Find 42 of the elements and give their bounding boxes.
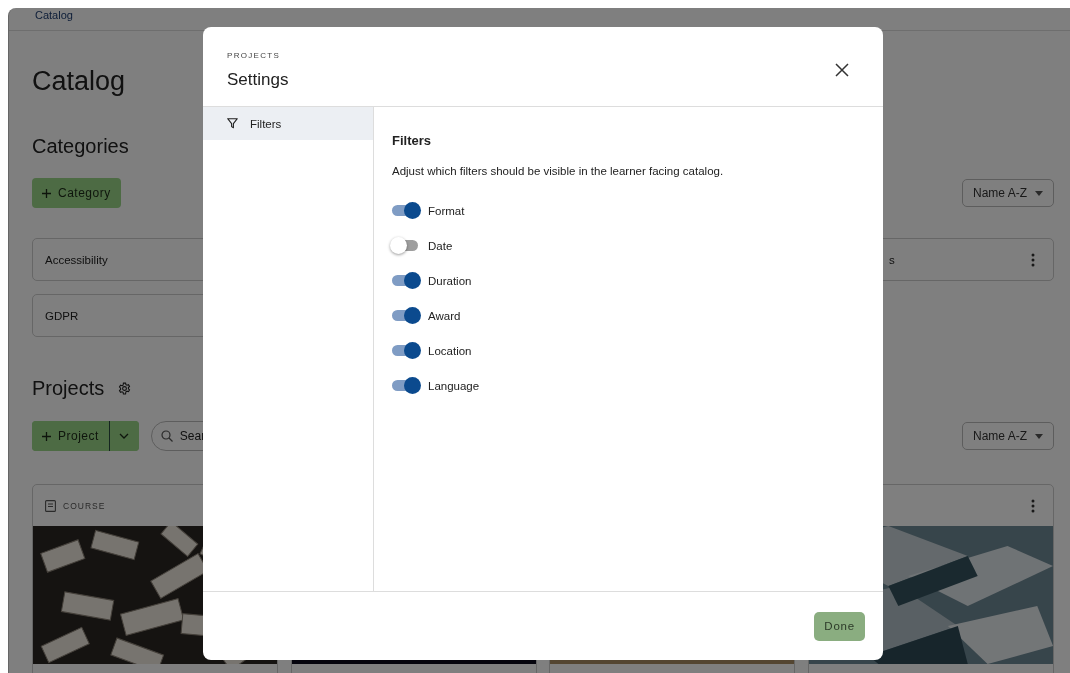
description-text: Adjust which filters should be visible in the learner facing catalog. [392,164,725,178]
card-type-label: COURSE [63,500,106,511]
filter-label: Duration [428,274,472,287]
filter-label: Date [428,239,453,252]
toggle-switch[interactable] [392,202,420,219]
done-button[interactable]: Done [814,611,865,641]
toggle-switch[interactable] [392,237,420,254]
plus-icon [42,188,51,198]
toggle-switch[interactable] [392,272,420,289]
close-icon[interactable] [835,63,849,77]
page-title: Catalog [32,65,126,98]
toggle-switch[interactable] [392,342,420,359]
section-title: Categories [32,134,129,159]
filter-label: Language [428,379,480,392]
search-icon [160,430,173,442]
sort-dropdown[interactable]: Name A-Z [962,179,1054,207]
dropdown-button[interactable] [108,421,139,451]
filter-label: Format [428,204,465,217]
breadcrumb-link[interactable]: Catalog [35,8,73,22]
filter-label: Location [428,344,472,357]
dialog-title: Settings [227,69,289,91]
toggle-switch[interactable] [392,377,420,394]
filter-icon [227,118,238,129]
more-icon[interactable] [1031,252,1035,267]
caret-icon [1035,433,1043,439]
toggle-switch[interactable] [392,307,420,324]
filter-label: Award [428,309,461,322]
sort-dropdown[interactable]: Name A-Z [962,422,1054,450]
chevron-icon [119,433,130,439]
category-name: GDPR [45,309,79,322]
settings-icon[interactable] [118,381,132,395]
category-name: Accessibility [45,253,108,266]
plus-icon [42,431,51,441]
section-heading: Filters [392,133,432,149]
book-icon [45,499,56,512]
caret-icon [1035,190,1043,196]
more-icon[interactable] [1031,498,1035,513]
section-title: Projects [32,376,105,401]
dialog-eyebrow: PROJECTS [227,51,282,61]
category-name: s [889,253,895,266]
add-category-button[interactable]: Category [32,178,121,208]
nav-item[interactable]: Filters [203,107,373,140]
